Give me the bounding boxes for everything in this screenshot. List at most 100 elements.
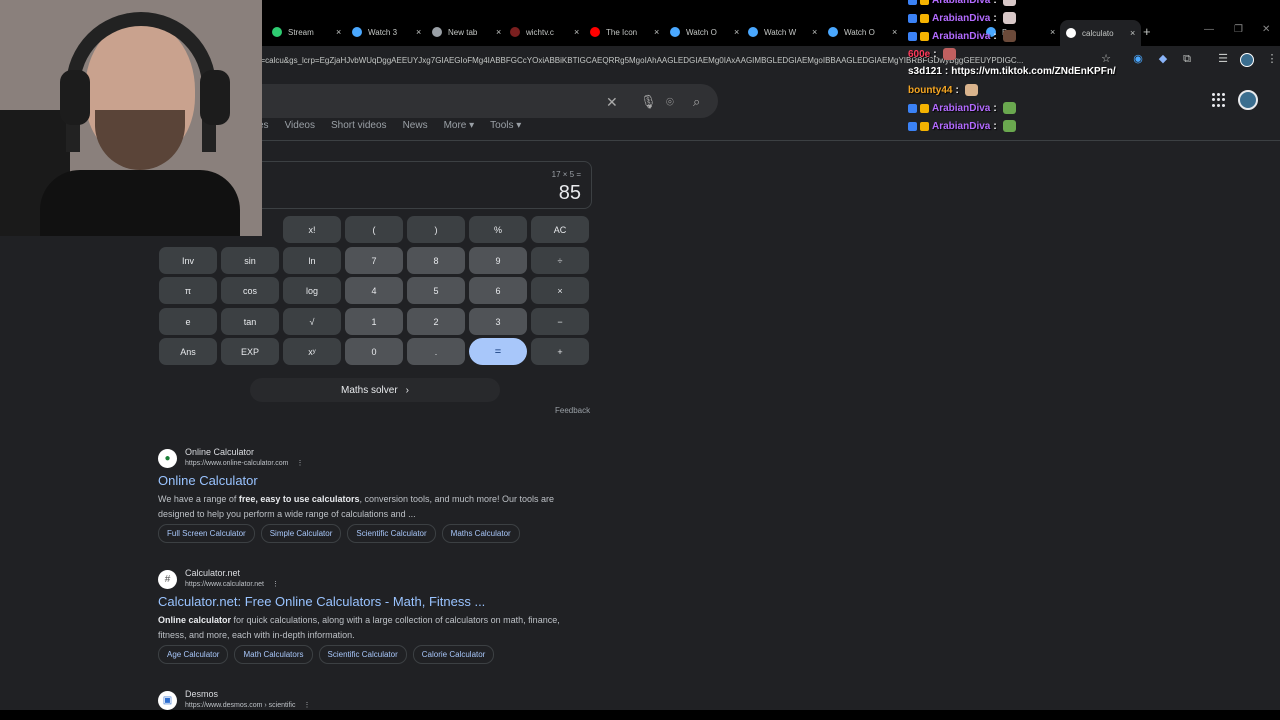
more-options-icon[interactable]: ⋮ [303, 702, 310, 709]
result-site-name[interactable]: Calculator.net [185, 568, 240, 578]
calc-key[interactable]: ( [345, 216, 403, 243]
calc-key[interactable]: 5 [407, 277, 465, 304]
calc-key[interactable]: sin [221, 247, 279, 274]
tab-close-icon[interactable]: × [496, 27, 501, 37]
browser-tab[interactable]: Watch 3 × [352, 22, 421, 42]
calc-key[interactable]: e [159, 308, 217, 335]
result-title-link[interactable]: Calculator.net: Free Online Calculators … [158, 594, 485, 609]
browser-tab[interactable]: Stream × [272, 22, 341, 42]
google-favicon-icon [1066, 28, 1076, 38]
image-search-icon[interactable]: ⌾ [666, 94, 674, 110]
search-box[interactable]: ✕ 🎙 ⌾ ⌕ [200, 84, 718, 118]
calc-key[interactable]: × [531, 277, 589, 304]
clear-search-icon[interactable]: ✕ [606, 94, 618, 111]
calc-key[interactable]: + [531, 338, 589, 365]
result-url[interactable]: https://www.online-calculator.com ⋮ [185, 459, 304, 467]
sitelink-chip[interactable]: Scientific Calculator [347, 524, 436, 543]
extension-shield-icon[interactable]: ◆ [1157, 53, 1169, 65]
calc-key[interactable]: x! [283, 216, 341, 243]
account-avatar[interactable] [1238, 90, 1258, 110]
search-tab[interactable]: More ▾ [444, 120, 475, 131]
search-icon[interactable]: ⌕ [693, 94, 700, 110]
calc-key[interactable]: . [407, 338, 465, 365]
sitelink-chip[interactable]: Full Screen Calculator [158, 524, 255, 543]
result-title-link[interactable]: Online Calculator [158, 473, 258, 488]
calc-key[interactable]: EXP [221, 338, 279, 365]
calc-key[interactable]: 0 [345, 338, 403, 365]
voice-search-icon[interactable]: 🎙 [640, 94, 657, 110]
browser-tab[interactable]: The Icon × [590, 22, 659, 42]
browser-tab[interactable]: Watch O × [828, 22, 897, 42]
result-url[interactable]: https://www.desmos.com › scientific ⋮ [185, 701, 310, 709]
calc-key[interactable]: − [531, 308, 589, 335]
calc-key[interactable]: √ [283, 308, 341, 335]
tab-label: New tab [448, 27, 478, 37]
extension-audio-icon[interactable]: ◉ [1132, 53, 1144, 65]
browser-tab[interactable]: Watch O × [670, 22, 739, 42]
sitelink-chip[interactable]: Calorie Calculator [412, 645, 495, 664]
tab-close-icon[interactable]: × [336, 27, 341, 37]
profile-icon[interactable] [1240, 53, 1254, 67]
sitelink-chip[interactable]: Scientific Calculator [318, 645, 407, 664]
sitelink-chip[interactable]: Simple Calculator [260, 524, 342, 543]
close-window-icon[interactable]: ✕ [1262, 24, 1270, 35]
tab-close-icon[interactable]: × [892, 27, 897, 37]
more-options-icon[interactable]: ⋮ [297, 460, 304, 467]
tab-close-icon[interactable]: × [416, 27, 421, 37]
sitelink-chip[interactable]: Math Calculators [234, 645, 313, 664]
tab-close-icon[interactable]: × [1050, 27, 1055, 37]
bookmark-star-icon[interactable]: ☆ [1100, 53, 1112, 65]
calc-key[interactable]: 3 [469, 308, 527, 335]
calc-key[interactable]: ln [283, 247, 341, 274]
tab-close-icon[interactable]: × [654, 27, 659, 37]
result-site-name[interactable]: Online Calculator [185, 447, 254, 457]
tab-close-icon[interactable]: × [1130, 28, 1135, 38]
tab-search-icon[interactable]: ☰ [1217, 53, 1229, 65]
browser-tab[interactable]: wichtv.c × [510, 22, 579, 42]
sitelink-chip[interactable]: Maths Calculator [441, 524, 520, 543]
calc-key[interactable]: = [469, 338, 527, 365]
calc-key[interactable]: π [159, 277, 217, 304]
more-options-icon[interactable]: ⋮ [272, 581, 279, 588]
calc-key[interactable]: 1 [345, 308, 403, 335]
maths-solver-button[interactable]: Maths solver › [250, 378, 500, 402]
result-url[interactable]: https://www.calculator.net ⋮ [185, 580, 279, 588]
browser-tab-active[interactable]: calculato × [1060, 20, 1142, 46]
tab-label: wichtv.c [526, 27, 554, 37]
tab-close-icon[interactable]: × [734, 27, 739, 37]
browser-tab[interactable]: Watch W × [748, 22, 817, 42]
calc-key[interactable]: tan [221, 308, 279, 335]
google-apps-icon[interactable] [1212, 93, 1226, 107]
calc-key[interactable]: 6 [469, 277, 527, 304]
calc-key[interactable]: cos [221, 277, 279, 304]
tab-close-icon[interactable]: × [574, 27, 579, 37]
calc-key[interactable]: 2 [407, 308, 465, 335]
result-site-name[interactable]: Desmos [185, 689, 218, 699]
calc-key[interactable]: 8 [407, 247, 465, 274]
restore-icon[interactable]: ❐ [1234, 24, 1243, 35]
feedback-link[interactable]: Feedback [555, 406, 590, 415]
calc-key[interactable]: Ans [159, 338, 217, 365]
calc-key[interactable]: xʸ [283, 338, 341, 365]
browser-tab[interactable]: New tab × [432, 22, 501, 42]
new-tab-button[interactable]: + [1143, 24, 1151, 39]
calc-key[interactable]: ) [407, 216, 465, 243]
tab-close-icon[interactable]: × [812, 27, 817, 37]
calc-key[interactable]: ÷ [531, 247, 589, 274]
sitelink-chip[interactable]: Age Calculator [158, 645, 229, 664]
calc-key[interactable]: 9 [469, 247, 527, 274]
calc-key[interactable]: log [283, 277, 341, 304]
search-tab[interactable]: Short videos [331, 120, 387, 131]
calc-key[interactable]: Inv [159, 247, 217, 274]
calc-key[interactable]: AC [531, 216, 589, 243]
browser-menu-icon[interactable]: ⋮ [1266, 53, 1278, 65]
search-tab[interactable]: Tools ▾ [490, 120, 521, 131]
tab-label: Stream [288, 27, 314, 37]
extensions-puzzle-icon[interactable]: ⧉ [1181, 53, 1193, 65]
calc-key[interactable]: 4 [345, 277, 403, 304]
search-tab[interactable]: Videos [285, 120, 315, 131]
search-tab[interactable]: News [403, 120, 428, 131]
calc-key[interactable]: % [469, 216, 527, 243]
minimize-icon[interactable]: — [1204, 24, 1214, 35]
calc-key[interactable]: 7 [345, 247, 403, 274]
